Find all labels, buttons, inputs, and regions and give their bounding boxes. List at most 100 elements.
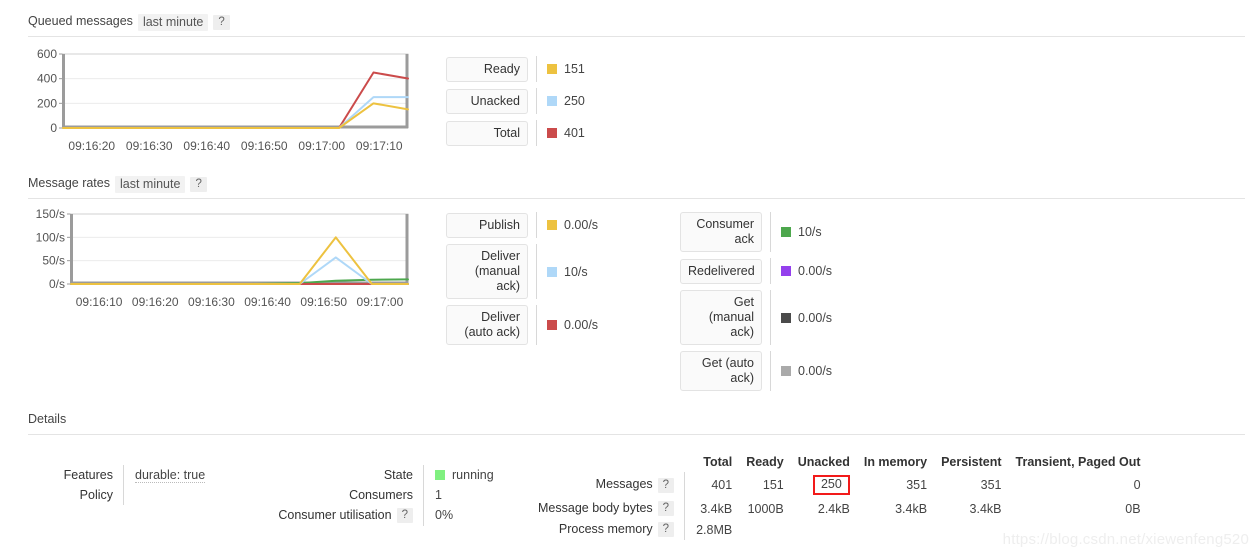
table-cell: 0 [1133,478,1141,492]
table-column-header: In memory [863,455,928,469]
details-section: Details Features durable: true Policy St… [0,412,1253,541]
message-rates-section: Message rates last minute? 0/s 50/s 100/s 15… [0,176,1253,391]
queued-period-chip[interactable]: last minute [137,14,209,31]
legend-label-button[interactable]: Consumer ack [680,212,762,252]
legend-row: Deliver (auto ack) 0.00/s [446,305,598,345]
table-header-row: Total Ready Unacked In memory Persistent Tran… [538,453,1145,472]
y-axis-tick-label: 50/s [42,254,65,268]
legend-label-button[interactable]: Get (manual ack) [680,290,762,345]
y-axis-tick-label: 150/s [36,208,65,221]
legend-label-button[interactable]: Total [446,120,528,146]
x-axis-tick-labels: 09:16:20 09:16:30 09:16:40 09:16:50 09:17:00… [25,139,410,155]
legend-value-text: 0.00/s [798,264,833,278]
rates-help-icon[interactable]: ? [190,177,207,192]
legend-value-text: 10/s [564,264,588,279]
legend-value-text: 0.00/s [564,218,599,232]
state-value: running [423,465,498,485]
table-cell: 351 [906,478,928,492]
legend-label-button[interactable]: Redelivered [680,258,762,284]
legend-divider [536,120,537,146]
table-cell [788,519,854,540]
legend-row: Total 401 [446,120,585,146]
legend-color-swatch [547,64,557,74]
legend-row: Get (manual ack) 0.00/s [680,290,832,345]
legend-label-button[interactable]: Deliver (manual ack) [446,244,528,299]
legend-value: 10/s [781,225,822,239]
x-axis-tick-labels: 09:16:10 09:16:20 09:16:30 09:16:40 09:16:50… [25,295,410,311]
details-state-group: State running Consumers 1 Consumer utili… [208,465,498,527]
legend-divider [536,305,537,345]
table-column-header: Transient, Paged Out [1015,455,1141,469]
legend-value: 250 [547,94,585,108]
legend-value: 0.00/s [781,311,832,325]
table-corner-cell [538,453,685,472]
consumer-utilisation-help-icon[interactable]: ? [396,508,413,524]
legend-label-button[interactable]: Unacked [446,88,528,114]
legend-value: 0.00/s [547,318,598,332]
x-axis-tick-label: 09:17:00 [356,295,404,309]
legend-value-text: 0.00/s [798,364,833,378]
table-cell: 250 [788,472,854,498]
y-axis-tick-label: 400 [37,72,57,86]
legend-value-text: 0.00/s [798,310,833,325]
state-value-text: running [452,468,494,482]
legend-divider [770,212,771,252]
legend-value: 0.00/s [781,264,832,278]
queued-messages-chart[interactable]: 0 200 400 600 09:16:20 09:16:30 09:16:40 09:16:… [25,48,410,155]
legend-divider [770,351,771,391]
legend-label-button[interactable]: Ready [446,56,528,82]
legend-value-text: 401 [564,126,585,140]
legend-label-button[interactable]: Get (auto ack) [680,351,762,391]
table-cell: 401 [711,478,733,492]
legend-value: 401 [547,126,585,140]
table-row-label-text: Messages [595,477,653,492]
legend-color-swatch [781,227,791,237]
x-axis-tick-label: 09:16:40 [183,139,231,153]
legend-label-button[interactable]: Publish [446,212,528,238]
table-cell: 1000B [747,501,784,516]
legend-color-swatch [547,220,557,230]
legend-row: Consumer ack 10/s [680,212,832,252]
x-axis-tick-label: 09:16:50 [300,295,348,309]
legend-row: Unacked 250 [446,88,585,114]
details-header: Details [28,412,1245,435]
rates-period-chip[interactable]: last minute [114,176,186,193]
state-label: State [383,468,413,482]
table-row-help-icon[interactable]: ? [657,501,675,517]
consumer-utilisation-label: Consumer utilisation? [208,505,423,526]
legend-divider [536,56,537,82]
table-row-label-text: Process memory [558,522,653,537]
legend-row: Deliver (manual ack) 10/s [446,244,598,299]
table-cell: 3.4kB [700,501,733,516]
legend-value: 0.00/s [547,218,598,232]
consumers-value: 1 [423,485,498,505]
table-row-label: Process memory? [538,519,685,540]
message-rates-chart[interactable]: 0/s 50/s 100/s 150/s 09:16:10 09:16:20 09:16:3… [25,208,410,311]
legend-color-swatch [781,312,791,323]
chart-series-line [62,102,409,129]
table-cell: 2.8MB [696,522,733,537]
x-axis-tick-label: 09:16:40 [244,295,291,309]
table-row-help-icon[interactable]: ? [657,522,675,538]
state-color-dot [435,470,445,480]
table-row: Messages? 401 151 250 351 351 0 [538,472,1145,498]
chart-canvas: 0/s 50/s 100/s 150/s [36,208,409,291]
y-axis-tick-label: 0/s [49,277,65,291]
message-rates-legend-right: Consumer ack 10/s Redelivered 0.00/s Get (ma… [680,212,832,397]
queued-messages-header: Queued messages last minute? [28,14,1245,37]
table-cell: 3.4kB [895,501,928,516]
table-row-help-icon[interactable]: ? [657,477,675,493]
chart-canvas: 0 200 400 600 [37,48,409,135]
x-axis-tick-label: 09:16:10 [75,295,123,309]
legend-value-text: 151 [564,62,585,76]
queued-help-icon[interactable]: ? [213,15,230,30]
legend-row: Redelivered 0.00/s [680,258,832,284]
x-axis-tick-label: 09:16:30 [125,139,173,153]
y-axis-tick-label: 200 [37,96,57,110]
consumer-utilisation-value: 0% [423,505,498,527]
policy-label: Policy [79,488,113,502]
queued-messages-legend: Ready 151 Unacked 250 Total 401 [446,56,585,152]
legend-label-button[interactable]: Deliver (auto ack) [446,305,528,345]
table-row: Message body bytes? 3.4kB 1000B 2.4kB 3.4kB 3… [538,498,1145,520]
legend-value: 10/s [547,265,588,279]
